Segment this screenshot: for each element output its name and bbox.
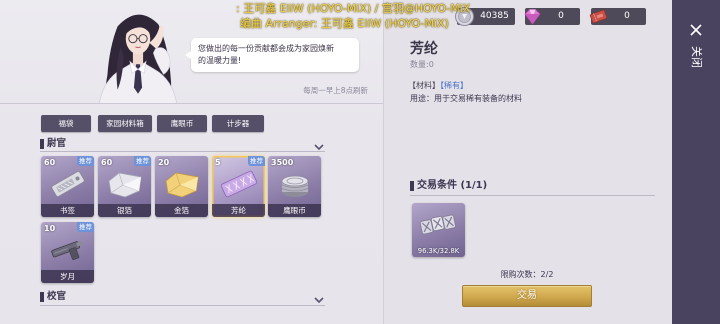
gold-foil-icon [162,167,202,201]
pink-diamond-icon [522,6,543,27]
section-title: 尉官 [47,138,67,149]
dialogue-line: 的温暖力量! [198,55,242,65]
credits-line-2: 编曲 Arranger: 王可鑫 EliW (HOYO-MiX) [240,17,449,30]
currency-value: 0 [624,11,630,21]
currency-diamonds[interactable]: 0 [522,6,580,27]
recommended-badge: 推荐 [77,222,94,232]
item-count: 20 [158,158,170,167]
trade-button[interactable]: 交易 [462,285,592,307]
item-tags: 【材料】【稀有】 [408,80,468,91]
header-divider [0,103,383,104]
red-ticket-icon [588,6,609,27]
section-accent-bar [40,139,44,149]
item-count: 60 [101,158,113,167]
section-divider [40,151,325,152]
tag-rare: 【稀有】 [440,81,468,90]
tab-pedometer[interactable]: 计步器 [212,115,264,132]
item-count: 10 [44,224,56,233]
item-card-years[interactable]: 10 推荐 岁月 [41,222,94,283]
recommended-badge: 推荐 [248,156,265,166]
npc-portrait [86,6,190,105]
item-card-silver-foil[interactable]: 60 推荐 银箔 [98,156,151,217]
section-accent-bar [410,181,414,191]
currency-value: 0 [558,11,564,21]
currency-tickets[interactable]: 0 [588,6,646,27]
chevron-down-icon[interactable] [313,138,325,151]
trade-conditions-title: 交易条件 (1/1) [417,180,488,191]
close-icon[interactable] [688,22,704,38]
item-quantity: 数量:0 [410,60,434,69]
item-card-gold-foil[interactable]: 20 金箔 [155,156,208,217]
silver-foil-icon [105,167,145,201]
hawkeye-coin-icon [275,167,315,201]
section-header-field-officer[interactable]: 校官 [40,290,325,304]
item-card-hawkeye-coin[interactable]: 3500 鹰眼币 [268,156,321,217]
item-count: 5 [215,158,221,167]
aramid-icon [219,167,259,201]
recommended-badge: 推荐 [77,156,94,166]
item-card-aramid[interactable]: 5 推荐 芳纶 [212,156,265,217]
section-header-lieutenant[interactable]: 尉官 [40,137,325,151]
trade-button-label: 交易 [517,290,537,301]
trade-conditions-header: 交易条件 (1/1) [410,179,655,193]
item-name: 芳纶 [212,204,265,217]
section-accent-bar [40,292,44,302]
close-panel-button[interactable]: 关闭 [672,0,720,324]
item-name: 书签 [41,204,94,217]
item-name: 鹰眼币 [268,204,321,217]
recommended-badge: 推荐 [134,156,151,166]
section-divider [40,305,325,306]
item-name: 金箔 [155,204,208,217]
item-name: 岁月 [41,270,94,283]
trade-divider [410,195,655,196]
shop-screen: 您做出的每一份贡献都会成为家园焕新 的温暖力量! 每周一早上8点刷新 福袋 家园… [0,0,720,324]
tab-hawkeye-coin[interactable]: 鹰眼币 [157,115,207,132]
currency-value: 40385 [480,11,509,21]
item-count: 3500 [271,158,294,167]
refresh-note: 每周一早上8点刷新 [303,86,368,95]
item-count: 60 [44,158,56,167]
tab-home-material-box[interactable]: 家园材料箱 [98,115,152,132]
tab-lucky-bag[interactable]: 福袋 [41,115,91,132]
shop-list-panel: 您做出的每一份贡献都会成为家园焕新 的温暖力量! 每周一早上8点刷新 福袋 家园… [0,0,384,324]
aramid-bundle-icon [418,209,458,241]
npc-speech-bubble: 您做出的每一份贡献都会成为家园焕新 的温暖力量! [185,38,359,72]
dialogue-line: 您做出的每一份贡献都会成为家园焕新 [198,44,334,53]
years-icon [48,233,88,267]
close-label: 关闭 [690,46,703,68]
credits-line-1: : 王可鑫 EliW (HOYO-MiX) / 宫羽@HOYO-MiX [236,2,471,15]
item-card-bookmark[interactable]: 60 推荐 书签 [41,156,94,217]
item-usage: 用途：用于交易稀有装备的材料 [410,94,522,103]
chevron-down-icon[interactable] [313,291,325,304]
item-detail-title: 芳纶 [410,41,438,57]
item-name: 银箔 [98,204,151,217]
tag-material: 【材料】 [408,81,440,90]
bookmark-icon [48,167,88,201]
section-title: 校官 [47,291,67,302]
trade-cost-amount: 96.3K/32.8K [417,247,460,255]
purchase-limit: 限购次数：2/2 [500,270,554,279]
trade-cost-card[interactable]: 96.3K/32.8K [412,203,465,257]
